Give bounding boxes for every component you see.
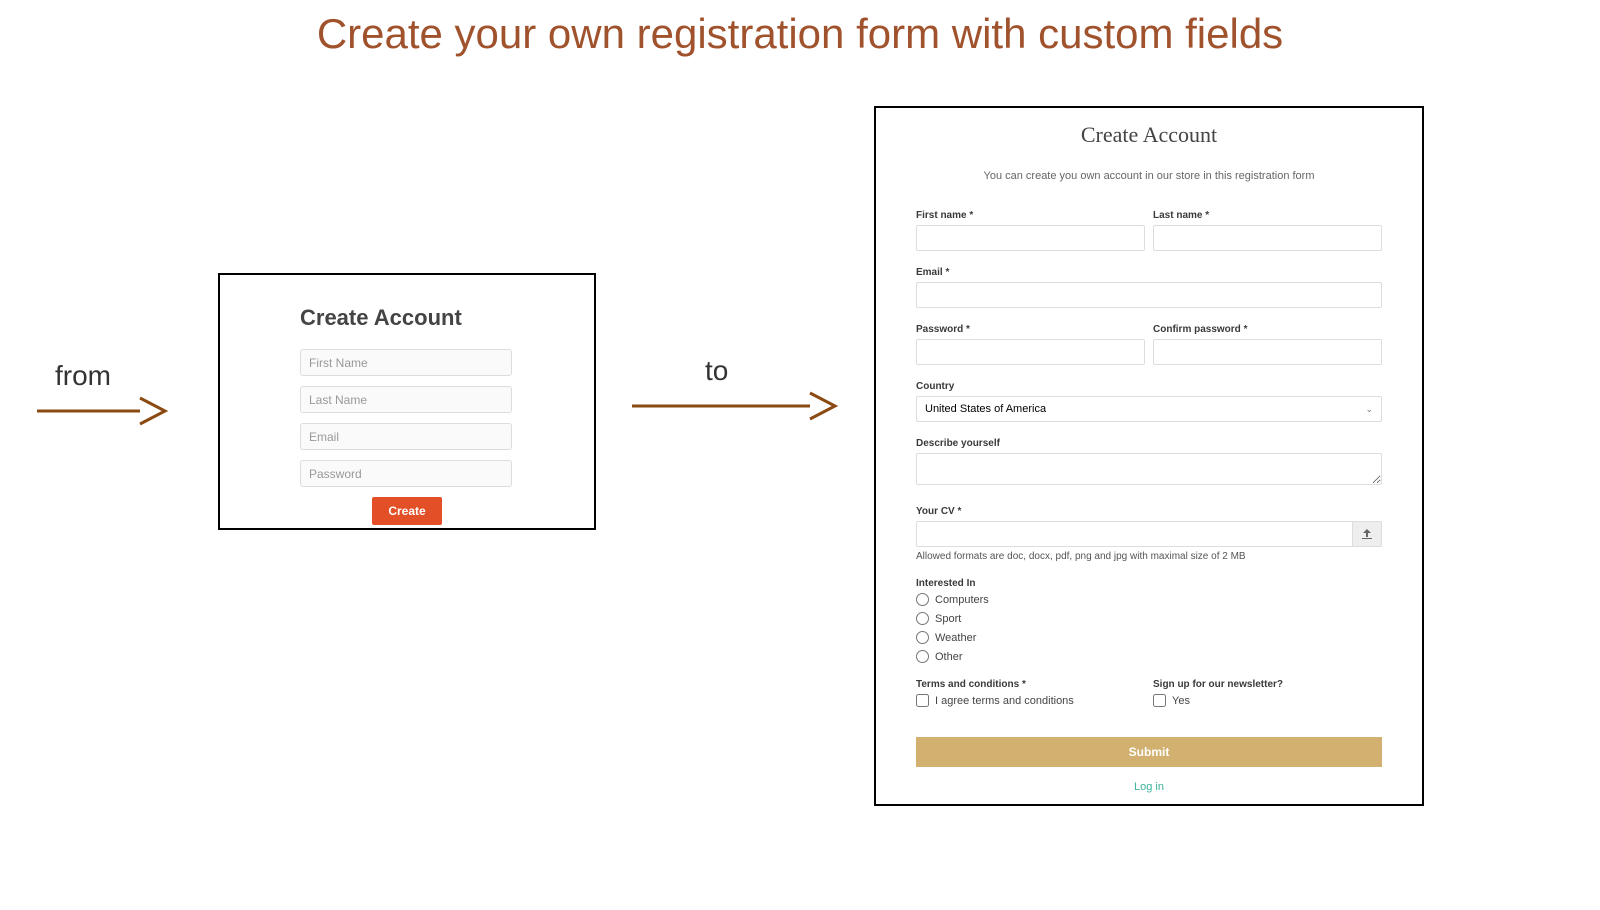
extended-form-panel: Create Account You can create you own ac… — [874, 106, 1424, 806]
simple-form-panel: Create Account Create — [218, 273, 596, 530]
arrow-from: from — [35, 360, 170, 426]
interested-option-other[interactable]: Other — [916, 650, 1382, 663]
describe-textarea[interactable] — [916, 453, 1382, 485]
radio-label: Sport — [935, 613, 961, 625]
radio-input[interactable] — [916, 650, 929, 663]
terms-checkbox[interactable] — [916, 694, 929, 707]
newsletter-checkbox[interactable] — [1153, 694, 1166, 707]
confirm-password-field[interactable] — [1153, 339, 1382, 365]
password-input[interactable] — [300, 460, 512, 487]
password-label: Password * — [916, 324, 1145, 335]
country-select[interactable]: United States of America ⌄ — [916, 396, 1382, 422]
simple-form-title: Create Account — [300, 305, 514, 331]
radio-label: Other — [935, 651, 963, 663]
first-name-input[interactable] — [300, 349, 512, 376]
password-field[interactable] — [916, 339, 1145, 365]
arrow-to: to — [630, 355, 840, 421]
terms-checkbox-row[interactable]: I agree terms and conditions — [916, 694, 1145, 707]
newsletter-label: Sign up for our newsletter? — [1153, 679, 1382, 690]
newsletter-text: Yes — [1172, 695, 1190, 707]
radio-input[interactable] — [916, 631, 929, 644]
email-input[interactable] — [300, 423, 512, 450]
country-label: Country — [916, 381, 1382, 392]
last-name-field[interactable] — [1153, 225, 1382, 251]
upload-icon — [1361, 528, 1373, 540]
last-name-input[interactable] — [300, 386, 512, 413]
upload-button[interactable] — [1352, 521, 1382, 547]
login-link[interactable]: Log in — [916, 781, 1382, 793]
confirm-password-label: Confirm password * — [1153, 324, 1382, 335]
interested-label: Interested In — [916, 578, 1382, 589]
chevron-down-icon: ⌄ — [1365, 404, 1373, 415]
email-label: Email * — [916, 267, 1382, 278]
last-name-label: Last name * — [1153, 210, 1382, 221]
interested-option-sport[interactable]: Sport — [916, 612, 1382, 625]
arrow-from-label: from — [55, 360, 170, 392]
arrow-to-label: to — [705, 355, 840, 387]
terms-text: I agree terms and conditions — [935, 695, 1074, 707]
arrow-right-icon — [630, 391, 840, 421]
email-field[interactable] — [916, 282, 1382, 308]
describe-label: Describe yourself — [916, 438, 1382, 449]
ext-form-title: Create Account — [916, 122, 1382, 148]
create-button[interactable]: Create — [372, 497, 441, 525]
radio-label: Weather — [935, 632, 976, 644]
cv-label: Your CV * — [916, 506, 1382, 517]
arrow-right-icon — [35, 396, 170, 426]
radio-input[interactable] — [916, 612, 929, 625]
newsletter-checkbox-row[interactable]: Yes — [1153, 694, 1382, 707]
first-name-field[interactable] — [916, 225, 1145, 251]
cv-file-input[interactable] — [916, 521, 1352, 547]
radio-input[interactable] — [916, 593, 929, 606]
radio-label: Computers — [935, 594, 989, 606]
terms-label: Terms and conditions * — [916, 679, 1145, 690]
cv-hint: Allowed formats are doc, docx, pdf, png … — [916, 551, 1382, 562]
ext-form-subtitle: You can create you own account in our st… — [916, 170, 1382, 182]
interested-option-computers[interactable]: Computers — [916, 593, 1382, 606]
page-title: Create your own registration form with c… — [0, 10, 1600, 58]
country-value: United States of America — [925, 403, 1046, 415]
interested-option-weather[interactable]: Weather — [916, 631, 1382, 644]
submit-button[interactable]: Submit — [916, 737, 1382, 767]
first-name-label: First name * — [916, 210, 1145, 221]
